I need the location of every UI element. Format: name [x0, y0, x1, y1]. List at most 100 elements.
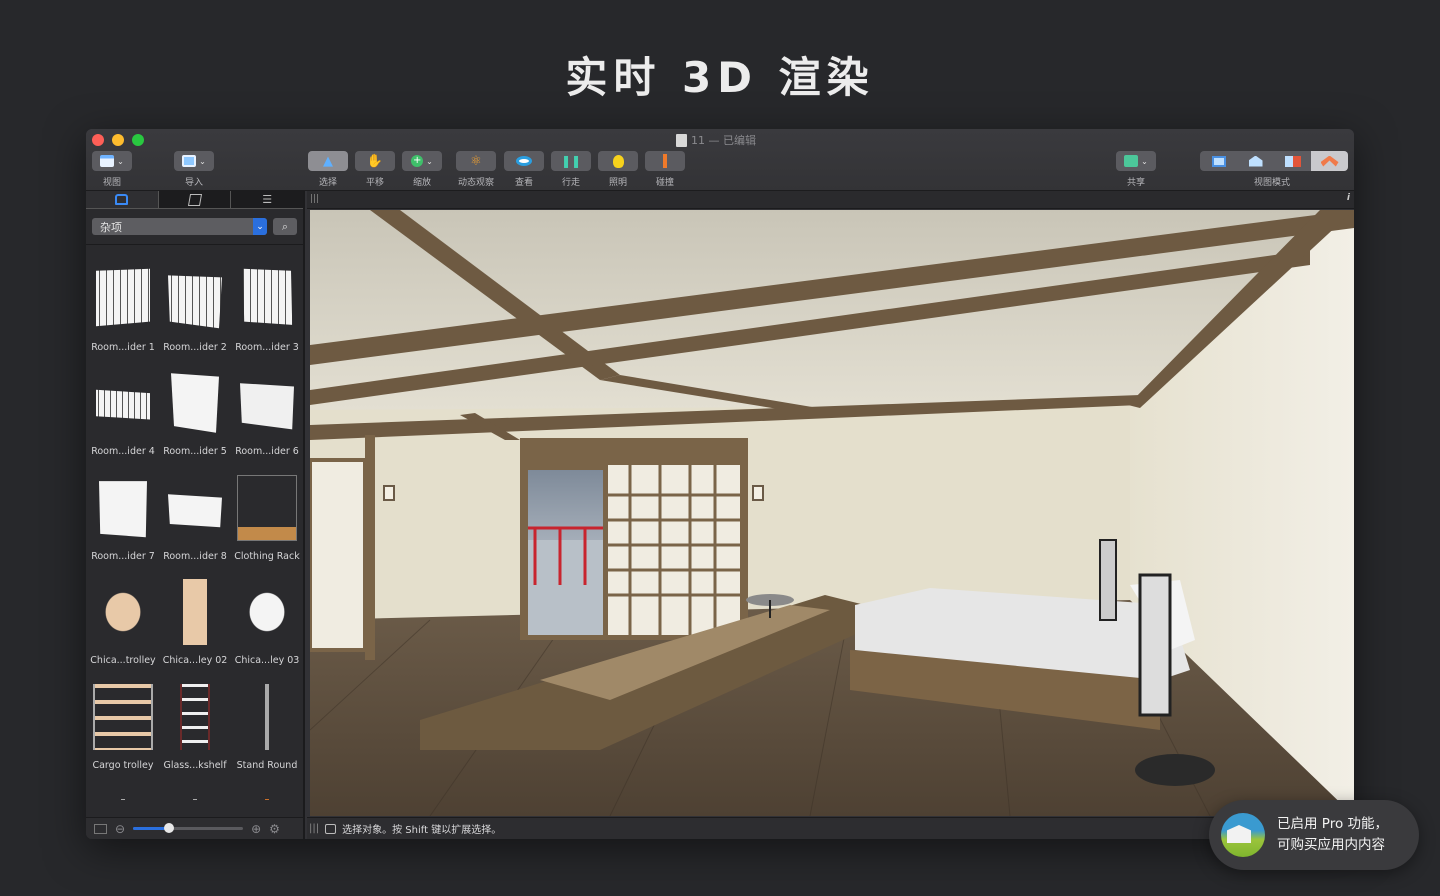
library-item-label: Room...ider 3: [235, 341, 299, 353]
window-layout-icon: [100, 155, 115, 167]
library-item-thumbnail: [180, 683, 210, 750]
library-item[interactable]: Chica...ley 03: [231, 567, 303, 672]
house-3d-icon: [1320, 155, 1339, 167]
view-menu-button[interactable]: ⌄ 视图: [92, 151, 132, 188]
window-title: 11 — 已编辑: [676, 132, 756, 148]
view-mode-label: 视图模式: [1254, 178, 1291, 188]
library-item-label: Room...ider 5: [163, 446, 227, 457]
window-title-text: 11 — 已编辑: [691, 134, 756, 147]
library-grid: Room...ider 1 Room...ider 2 Room...ider 3 R…: [86, 245, 303, 800]
search-button[interactable]: ⌕: [273, 218, 297, 235]
collision-icon: [663, 154, 667, 168]
library-item-thumbnail: [171, 373, 219, 433]
minimize-button[interactable]: [112, 134, 124, 146]
library-item-thumbnail: [243, 268, 293, 325]
tool-zoom[interactable]: + ⌄ 缩放: [402, 151, 442, 188]
tab-list[interactable]: ☰: [230, 191, 304, 208]
tool-orbit[interactable]: ⚛ 动态观察: [456, 151, 496, 188]
library-item[interactable]: Cargo trolley: [87, 671, 159, 776]
swatches-icon: [187, 193, 202, 206]
hero-title: 实时 3D 渲染: [565, 53, 875, 102]
library-item[interactable]: [159, 776, 231, 800]
resize-handle[interactable]: |||: [310, 194, 319, 204]
image-icon[interactable]: [94, 823, 107, 834]
zoom-button[interactable]: [132, 134, 144, 146]
library-item-label: Room...ider 8: [163, 550, 227, 562]
library-item-label: Room...ider 4: [91, 446, 155, 457]
document-icon: [676, 133, 687, 147]
library-item-label: Room...ider 7: [91, 550, 155, 562]
tab-materials[interactable]: [157, 191, 231, 208]
share-menu-button[interactable]: ⌄ 共享: [1116, 151, 1156, 188]
view-mode-3d[interactable]: [1311, 151, 1348, 171]
share-icon: [1124, 155, 1139, 167]
library-sidebar: ☰ 杂项 ⌄ ⌕ Room...ider 1 Room...ider 2 Room.…: [86, 191, 305, 839]
library-item[interactable]: Room...ider 2: [159, 253, 231, 358]
toast-line-2: 可购买应用内内容: [1277, 837, 1385, 853]
tool-lighting[interactable]: 照明: [598, 151, 638, 188]
chevron-down-icon: ⌄: [253, 218, 267, 235]
orbit-icon: ⚛: [470, 153, 482, 169]
title-toolbar: 11 — 已编辑 ⌄ 视图 ⌄ 导入 ▲ 选择 ✋ 平移 + ⌄ 缩放 ⚛ 动态观…: [86, 129, 1354, 191]
pro-features-toast[interactable]: 已启用 Pro 功能， 可购买应用内内容: [1209, 800, 1419, 870]
status-text: 选择对象。按 Shift 键以扩展选择。: [342, 825, 502, 836]
library-item-thumbnail: [237, 683, 297, 750]
slider-knob[interactable]: [164, 823, 175, 833]
3d-scene: [310, 210, 1354, 816]
3d-viewport[interactable]: [310, 210, 1354, 816]
library-item-thumbnail: [165, 579, 225, 645]
library-item-thumbnail: [93, 799, 153, 800]
library-item-thumbnail: [168, 494, 222, 528]
view-mode-split[interactable]: [1274, 151, 1311, 171]
eye-icon: [516, 156, 532, 166]
resize-handle[interactable]: |||: [309, 823, 319, 834]
view-mode-2d-plan[interactable]: [1200, 151, 1237, 171]
info-icon[interactable]: i: [1347, 193, 1350, 203]
zoom-out-icon[interactable]: ⊖: [115, 822, 125, 836]
library-item[interactable]: Clothing Rack: [231, 462, 303, 567]
library-item-label: Chica...ley 03: [234, 655, 300, 666]
library-item[interactable]: Stand Round: [231, 671, 303, 776]
zoom-plus-icon: +: [411, 155, 424, 167]
library-item-thumbnail: [96, 268, 150, 327]
library-item[interactable]: [87, 776, 159, 800]
import-menu-button[interactable]: ⌄ 导入: [174, 151, 214, 188]
library-item-thumbnail: [237, 799, 297, 800]
library-item-label: Stand Round: [236, 759, 298, 771]
view-mode-elevation[interactable]: [1237, 151, 1274, 171]
library-item[interactable]: [231, 776, 303, 800]
library-item[interactable]: Room...ider 1: [87, 253, 159, 358]
split-2d-3d-icon: [1284, 155, 1301, 167]
library-item[interactable]: Room...ider 4: [87, 358, 159, 463]
library-item-thumbnail: [237, 474, 297, 541]
library-item[interactable]: Room...ider 6: [231, 358, 303, 463]
library-item[interactable]: Room...ider 5: [159, 358, 231, 463]
library-item-thumbnail: [93, 683, 153, 750]
library-item-label: Chica...trolley: [90, 655, 156, 666]
tool-collision[interactable]: 碰撞: [645, 151, 685, 188]
category-select[interactable]: 杂项 ⌄: [92, 218, 267, 235]
library-item[interactable]: Glass...kshelf: [159, 671, 231, 776]
library-item[interactable]: Chica...trolley: [87, 567, 159, 672]
library-item[interactable]: Room...ider 7: [87, 462, 159, 567]
category-value: 杂项: [100, 220, 122, 234]
library-item[interactable]: Room...ider 3: [231, 253, 303, 358]
library-item[interactable]: Chica...ley 02: [159, 567, 231, 672]
tool-select[interactable]: ▲ 选择: [308, 151, 348, 188]
tool-walk[interactable]: ❚❚ 行走: [551, 151, 591, 188]
zoom-in-icon[interactable]: ⊕: [251, 822, 261, 836]
import-icon: [182, 155, 197, 167]
tool-look[interactable]: 查看: [504, 151, 544, 188]
thumbnail-size-slider[interactable]: [133, 823, 244, 833]
library-item-thumbnail: [96, 389, 150, 420]
tool-pan[interactable]: ✋ 平移: [355, 151, 395, 188]
gear-icon[interactable]: ⚙: [269, 822, 280, 836]
library-item-label: Room...ider 1: [91, 341, 155, 353]
view-mode-segmented-control: [1200, 151, 1348, 171]
close-button[interactable]: [92, 134, 104, 146]
library-item[interactable]: Room...ider 8: [159, 462, 231, 567]
chevron-down-icon: ⌄: [426, 156, 433, 166]
library-item-thumbnail: [237, 579, 297, 645]
lightbulb-icon: [612, 154, 624, 168]
tab-furniture[interactable]: [86, 191, 158, 208]
